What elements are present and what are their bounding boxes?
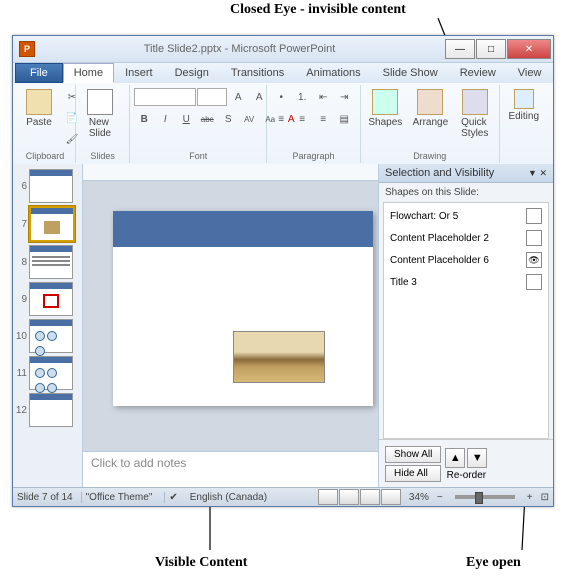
slide-thumb-8[interactable] [29,245,73,279]
app-window: P Title Slide2.pptx - Microsoft PowerPoi… [12,35,554,507]
fit-window-button[interactable]: ⊡ [541,492,549,503]
slide-thumb-11[interactable] [29,356,73,390]
bold-button[interactable]: B [134,109,154,129]
font-size-select[interactable] [197,88,227,106]
underline-button[interactable]: U [176,109,196,129]
zoom-level: 34% [409,492,429,503]
sorter-view-button[interactable] [339,489,359,505]
zoom-in-button[interactable]: + [527,492,533,503]
selection-list: Flowchart: Or 5 Content Placeholder 2 Co… [383,202,549,439]
slideshow-view-button[interactable] [381,489,401,505]
close-button[interactable]: ✕ [507,39,551,59]
arrange-button[interactable]: Arrange [409,87,452,130]
arrange-icon [417,89,443,115]
annotation-closed-eye: Closed Eye - invisible content [230,2,406,18]
indent-inc-button[interactable]: ⇥ [334,87,354,107]
show-all-button[interactable]: Show All [385,446,441,463]
app-icon: P [19,41,35,57]
slide-thumb-7[interactable] [29,206,75,242]
tab-insert[interactable]: Insert [114,63,164,83]
slide-title-bar [113,211,373,247]
spacing-button[interactable]: AV [239,109,259,129]
reorder-label: Re-order [447,470,486,481]
spellcheck-icon[interactable]: ✔ [164,492,181,503]
workspace: 6 7 8 9 10 11 12 Click to add notes Sele… [13,164,553,488]
selection-item[interactable]: Content Placeholder 2 [386,227,546,249]
find-icon [514,89,534,109]
align-center-button[interactable]: ≡ [292,109,312,129]
editing-button[interactable]: Editing [504,87,544,124]
tab-slideshow[interactable]: Slide Show [372,63,449,83]
hide-all-button[interactable]: Hide All [385,465,441,482]
zoom-slider[interactable] [455,495,515,499]
clipboard-icon [26,89,52,115]
notes-pane[interactable]: Click to add notes [83,451,378,488]
new-slide-icon [87,89,113,115]
new-slide-button[interactable]: New Slide [80,87,120,141]
window-title: Title Slide2.pptx - Microsoft PowerPoint [35,43,444,55]
selection-pane-subtitle: Shapes on this Slide: [379,183,553,202]
selection-item[interactable]: Title 3 [386,271,546,293]
italic-button[interactable]: I [155,109,175,129]
file-tab[interactable]: File [15,63,63,83]
ribbon: Paste ✂ 📄 🖌 Clipboard New Slide Slides [13,83,553,166]
zoom-out-button[interactable]: − [437,492,443,503]
reading-view-button[interactable] [360,489,380,505]
tab-home[interactable]: Home [63,63,114,83]
align-right-button[interactable]: ≡ [313,109,333,129]
visibility-toggle-open-icon[interactable]: 👁 [526,252,542,268]
tab-view[interactable]: View [507,63,553,83]
visibility-toggle-closed-icon[interactable] [526,274,542,290]
reorder-up-button[interactable]: ▲ [445,448,465,468]
tab-transitions[interactable]: Transitions [220,63,295,83]
reorder-down-button[interactable]: ▼ [467,448,487,468]
quick-styles-button[interactable]: Quick Styles [455,87,495,141]
minimize-button[interactable]: — [445,39,475,59]
indent-dec-button[interactable]: ⇤ [313,87,333,107]
selection-pane-header: Selection and Visibility ▼ ✕ [379,164,553,183]
maximize-button[interactable]: □ [476,39,506,59]
quick-styles-icon [462,89,488,115]
slide-thumb-10[interactable] [29,319,73,353]
thumbnail-panel: 6 7 8 9 10 11 12 [13,164,83,488]
ruler [83,164,378,181]
paste-button[interactable]: Paste [19,87,59,130]
columns-button[interactable]: ▤ [334,109,354,129]
tab-design[interactable]: Design [164,63,220,83]
slide-image-content[interactable] [233,331,325,383]
grow-font-button[interactable]: A [228,87,248,107]
visibility-toggle-closed-icon[interactable] [526,230,542,246]
shapes-button[interactable]: Shapes [365,87,406,130]
selection-pane: Selection and Visibility ▼ ✕ Shapes on t… [378,164,553,488]
normal-view-button[interactable] [318,489,338,505]
theme-status: "Office Theme" [81,492,157,503]
tab-review[interactable]: Review [449,63,507,83]
status-bar: Slide 7 of 14 "Office Theme" ✔ English (… [13,487,553,506]
shadow-button[interactable]: S [218,109,238,129]
language-status[interactable]: English (Canada) [190,492,267,503]
font-family-select[interactable] [134,88,196,106]
slide[interactable] [113,211,373,406]
tab-animations[interactable]: Animations [295,63,371,83]
slide-thumb-6[interactable] [29,169,73,203]
visibility-toggle-closed-icon[interactable] [526,208,542,224]
slide-canvas[interactable] [83,181,378,451]
canvas-area: Click to add notes [83,164,378,488]
selection-item[interactable]: Flowchart: Or 5 [386,205,546,227]
slide-counter: Slide 7 of 14 [17,492,73,503]
titlebar: P Title Slide2.pptx - Microsoft PowerPoi… [13,36,553,63]
numbering-button[interactable]: 1. [292,87,312,107]
selection-pane-close-icon[interactable]: ▼ ✕ [528,168,547,179]
ribbon-tabs: File Home Insert Design Transitions Anim… [13,63,553,83]
shapes-icon [372,89,398,115]
bullets-button[interactable]: • [271,87,291,107]
strike-button[interactable]: abc [197,109,217,129]
annotation-visible-content: Visible Content [155,555,247,571]
align-left-button[interactable]: ≡ [271,109,291,129]
slide-thumb-12[interactable] [29,393,73,427]
selection-item[interactable]: Content Placeholder 6👁 [386,249,546,271]
slide-thumb-9[interactable] [29,282,73,316]
shrink-font-button[interactable]: A [249,87,269,107]
annotation-eye-open: Eye open [466,555,521,571]
